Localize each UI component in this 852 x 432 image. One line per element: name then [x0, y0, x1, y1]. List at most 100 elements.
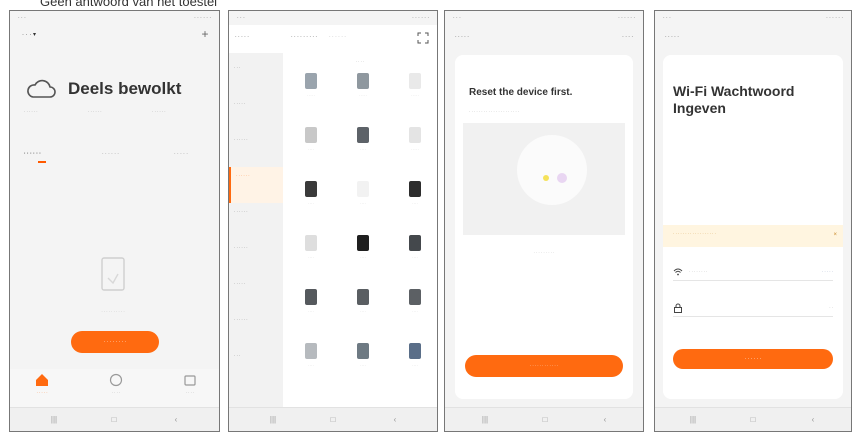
wifi-card: Wi-Fi Wachtwoord Ingeven · · · · · · · ·… — [663, 55, 843, 399]
device-type-item[interactable]: · · · · · — [391, 127, 437, 167]
device-image-icon — [305, 235, 317, 251]
device-type-item[interactable]: · · · · — [339, 181, 387, 221]
status-time: · · · — [663, 15, 671, 21]
device-image-icon — [409, 289, 421, 305]
home-selector[interactable]: · · · ▾ — [22, 31, 36, 38]
device-type-item[interactable]: · · · · — [339, 289, 387, 329]
tab-room[interactable]: · · · · · · — [102, 151, 119, 157]
wifi-network-row[interactable]: · · · · · · · · · · · · · — [673, 265, 833, 281]
device-image-icon — [305, 343, 317, 359]
device-image-icon — [357, 343, 369, 359]
home-icon — [36, 374, 48, 386]
cloud-icon — [27, 79, 56, 98]
header-right-link[interactable]: · · · · — [622, 34, 633, 40]
device-type-item[interactable]: · · · · — [287, 127, 335, 167]
device-type-item[interactable]: · · · · — [391, 181, 437, 221]
profile-icon — [184, 375, 196, 386]
category-item[interactable]: · · · — [229, 347, 283, 383]
back-nav-icon[interactable]: ‹ — [391, 416, 399, 424]
recents-icon[interactable]: ||| — [269, 416, 277, 424]
tab-manual-add[interactable]: · · · · · · · · · — [291, 34, 317, 40]
device-type-label: · · · · — [307, 255, 315, 259]
device-type-item[interactable]: · · · · — [391, 343, 437, 383]
device-image-icon — [357, 73, 369, 89]
tab-all-devices[interactable]: · · · · · · — [24, 151, 41, 157]
back-button[interactable]: · · · · · — [455, 34, 469, 40]
device-type-item[interactable]: · · · · — [287, 181, 335, 221]
tab-smart[interactable]: · · · · — [96, 373, 136, 395]
reset-illustration — [463, 123, 625, 235]
status-system-icons: · · · · · · — [194, 15, 211, 21]
phone-wifi-password-screen: · · · · · · · · · · · · · · Wi-Fi Wachtw… — [654, 10, 852, 432]
device-image-icon — [305, 181, 317, 197]
category-item[interactable]: · · · · · — [229, 95, 283, 131]
device-type-item[interactable]: · · · · · — [391, 73, 437, 113]
device-type-label: · · · · — [307, 147, 315, 151]
device-type-item[interactable]: · · · · — [287, 343, 335, 383]
recents-icon[interactable]: ||| — [481, 416, 489, 424]
tab-home[interactable]: · · · · · — [22, 373, 62, 395]
tab-profile[interactable]: · · · · — [170, 373, 210, 395]
section-title: · · · · — [355, 59, 365, 64]
password-visibility-toggle[interactable]: · · — [829, 305, 833, 310]
device-type-item[interactable]: · · · · — [339, 343, 387, 383]
device-type-item[interactable]: · · · · — [339, 127, 387, 167]
next-button[interactable]: · · · · · · — [673, 349, 833, 369]
device-type-item[interactable]: · · · · · — [339, 73, 387, 113]
add-icon[interactable]: + — [199, 27, 211, 41]
device-type-item[interactable]: · · · · · — [287, 73, 335, 113]
back-nav-icon[interactable]: ‹ — [601, 416, 609, 424]
device-image-icon — [409, 181, 421, 197]
device-type-item[interactable]: · · · · — [339, 235, 387, 275]
weather-stat: · · · · · · — [24, 109, 38, 114]
home-nav-icon[interactable]: □ — [749, 416, 757, 424]
device-type-item[interactable]: · · · · — [391, 289, 437, 329]
back-nav-icon[interactable]: ‹ — [809, 416, 817, 424]
device-type-item[interactable]: · · · · — [287, 235, 335, 275]
device-type-item[interactable]: · · · · — [391, 235, 437, 275]
device-type-label: · · · · — [359, 201, 367, 205]
category-item[interactable]: · · · — [229, 59, 283, 95]
wifi-network-value: · · · · · · · · — [689, 269, 708, 274]
home-nav-icon[interactable]: □ — [329, 416, 337, 424]
recents-icon[interactable]: ||| — [689, 416, 697, 424]
home-nav-icon[interactable]: □ — [110, 416, 118, 424]
status-system-icons: · · · · · · — [618, 15, 635, 21]
category-item-selected[interactable]: · · · · · · — [229, 167, 283, 203]
device-image-icon — [357, 181, 369, 197]
device-image-icon — [357, 235, 369, 251]
device-image-icon — [409, 127, 421, 143]
home-nav-icon[interactable]: □ — [541, 416, 549, 424]
room-tabs: · · · · · · · · · · · · · · · · · — [24, 151, 209, 163]
category-item[interactable]: · · · · · · — [229, 311, 283, 347]
weather-stat: · · · · · · — [152, 109, 166, 114]
device-type-label: · · · · · — [410, 147, 420, 151]
device-type-label: · · · · — [359, 255, 367, 259]
empty-state-text: · · · · · · · · · · — [101, 309, 125, 314]
scan-icon[interactable] — [417, 32, 429, 44]
status-time: · · · — [18, 15, 26, 21]
category-item[interactable]: · · · · · — [229, 275, 283, 311]
tab-auto-scan[interactable]: · · · · · · — [329, 34, 346, 40]
add-device-button[interactable]: · · · · · · · · — [71, 331, 159, 353]
change-network-link[interactable]: · · · · · — [822, 269, 833, 274]
category-item[interactable]: · · · · · · — [229, 203, 283, 239]
confirm-blinking-button[interactable]: · · · · · · · · · · · · — [465, 355, 623, 377]
phone-home-screen: · · · · · · · · · · · · ▾ + Deels bewolk… — [9, 10, 220, 432]
back-button[interactable]: · · · · · — [235, 34, 249, 40]
android-nav-bar: ||| □ ‹ — [229, 407, 437, 431]
lock-icon — [674, 303, 682, 313]
bulb-illustration — [517, 135, 587, 205]
android-nav-bar: ||| □ ‹ — [10, 407, 219, 431]
category-item[interactable]: · · · · · · — [229, 131, 283, 167]
close-icon[interactable]: × — [833, 232, 837, 238]
category-item[interactable]: · · · · · · — [229, 239, 283, 275]
back-nav-icon[interactable]: ‹ — [172, 416, 180, 424]
tab-more[interactable]: · · · · · — [174, 151, 188, 157]
password-field[interactable]: · · — [673, 301, 833, 317]
device-type-label: · · · · · — [306, 93, 316, 97]
back-button[interactable]: · · · · · — [665, 34, 679, 40]
device-type-label: · · · · — [359, 309, 367, 313]
device-type-item[interactable]: · · · · — [287, 289, 335, 329]
recents-icon[interactable]: ||| — [50, 416, 58, 424]
